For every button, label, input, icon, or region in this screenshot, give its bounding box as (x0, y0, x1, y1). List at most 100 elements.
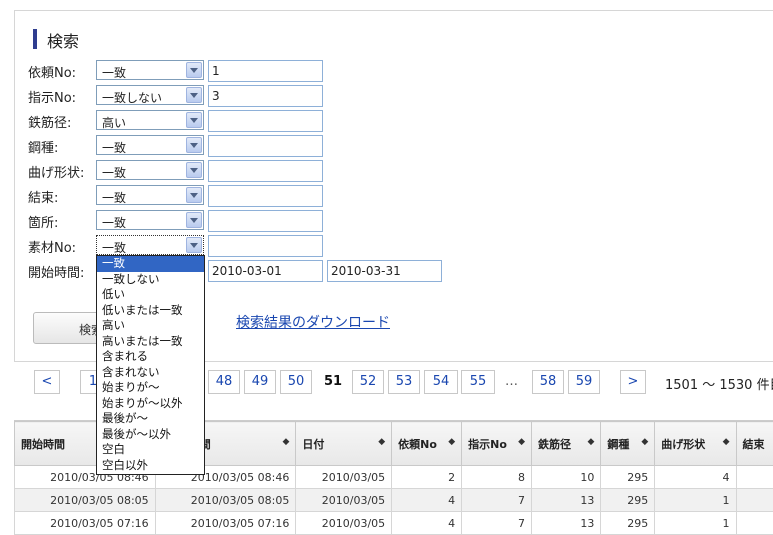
chevron-down-icon[interactable] (186, 62, 202, 78)
operator-select[interactable]: 一致 (96, 60, 204, 80)
value-input[interactable] (208, 235, 323, 257)
operator-select[interactable]: 一致 (96, 185, 204, 205)
sort-icon[interactable]: ◆ (282, 437, 289, 447)
table-cell: 8 (462, 466, 532, 489)
column-header-label: 開始時間 (21, 438, 65, 451)
date-to-input[interactable]: 2010-03-31 (327, 260, 442, 282)
column-header-label: 鋼種 (607, 438, 629, 451)
table-cell: 295 (601, 466, 655, 489)
chevron-down-icon[interactable] (186, 187, 202, 203)
field-label: 指示No: (28, 87, 76, 106)
operator-value: 一致 (102, 241, 126, 255)
table-cell (736, 512, 773, 535)
dropdown-option[interactable]: 一致しない (97, 272, 204, 288)
column-header[interactable]: 指示No ◆ (462, 422, 532, 466)
field-label: 鋼種: (28, 137, 58, 156)
operator-select[interactable]: 一致 (96, 235, 204, 255)
operator-value: 一致 (102, 191, 126, 205)
dropdown-option[interactable]: 空白以外 (97, 458, 204, 474)
table-cell: 1 (655, 489, 736, 512)
table-cell: 10 (532, 466, 601, 489)
chevron-down-icon[interactable] (186, 212, 202, 228)
dropdown-option[interactable]: 空白 (97, 442, 204, 458)
chevron-down-icon[interactable] (186, 162, 202, 178)
page-link[interactable]: 53 (388, 370, 420, 394)
value-input[interactable] (208, 135, 323, 157)
table-cell (736, 489, 773, 512)
dropdown-option[interactable]: 一致 (97, 256, 204, 272)
sort-icon[interactable]: ◆ (723, 437, 730, 447)
table-cell: 7 (462, 512, 532, 535)
sort-icon[interactable]: ◆ (518, 437, 525, 447)
column-header[interactable]: 依頼No ◆ (392, 422, 462, 466)
table-cell (736, 466, 773, 489)
prev-page-button[interactable]: < (34, 370, 60, 394)
value-input[interactable] (208, 210, 323, 232)
operator-select[interactable]: 一致しない (96, 85, 204, 105)
column-header-label: 結束 (743, 438, 765, 451)
table-cell: 2010/03/05 08:05 (15, 489, 156, 512)
dropdown-option[interactable]: 高い (97, 318, 204, 334)
dropdown-option[interactable]: 含まれない (97, 365, 204, 381)
operator-select[interactable]: 高い (96, 110, 204, 130)
table-cell: 2010/03/05 (296, 512, 392, 535)
sort-icon[interactable]: ◆ (448, 437, 455, 447)
sort-icon[interactable]: ◆ (587, 437, 594, 447)
operator-value: 一致しない (102, 91, 162, 105)
operator-dropdown-list[interactable]: 一致一致しない低い低いまたは一致高い高いまたは一致含まれる含まれない始まりが～始… (96, 255, 205, 475)
operator-select[interactable]: 一致 (96, 160, 204, 180)
chevron-down-icon[interactable] (186, 237, 202, 253)
column-header-label: 依頼No (398, 438, 437, 451)
dropdown-option[interactable]: 始まりが～ (97, 380, 204, 396)
page-link[interactable]: 55 (461, 370, 495, 394)
dropdown-option[interactable]: 低いまたは一致 (97, 303, 204, 319)
page-link[interactable]: 52 (352, 370, 384, 394)
table-cell: 4 (655, 466, 736, 489)
table-cell: 295 (601, 489, 655, 512)
value-input[interactable]: 1 (208, 60, 323, 82)
current-page: 51 (324, 370, 342, 394)
column-header[interactable]: 鋼種 ◆ (601, 422, 655, 466)
page-link[interactable]: 50 (280, 370, 312, 394)
table-cell: 4 (392, 489, 462, 512)
sort-icon[interactable]: ◆ (641, 437, 648, 447)
dropdown-option[interactable]: 含まれる (97, 349, 204, 365)
sort-icon[interactable]: ◆ (378, 437, 385, 447)
column-header-label: 日付 (302, 438, 324, 451)
field-label: 結束: (28, 187, 58, 206)
dropdown-option[interactable]: 高いまたは一致 (97, 334, 204, 350)
dropdown-option[interactable]: 低い (97, 287, 204, 303)
field-label: 鉄筋径: (28, 112, 71, 131)
dropdown-option[interactable]: 始まりが～以外 (97, 396, 204, 412)
table-row[interactable]: 2010/03/05 08:052010/03/05 08:052010/03/… (15, 489, 773, 512)
operator-select[interactable]: 一致 (96, 210, 204, 230)
operator-select[interactable]: 一致 (96, 135, 204, 155)
page-link[interactable]: 54 (424, 370, 458, 394)
date-from-input[interactable]: 2010-03-01 (208, 260, 323, 282)
page-link[interactable]: 58 (532, 370, 564, 394)
value-input[interactable] (208, 160, 323, 182)
download-results-link[interactable]: 検索結果のダウンロード (236, 312, 390, 332)
column-header-label: 指示No (468, 438, 507, 451)
dropdown-option[interactable]: 最後が～以外 (97, 427, 204, 443)
dropdown-option[interactable]: 最後が～ (97, 411, 204, 427)
table-row[interactable]: 2010/03/05 07:162010/03/05 07:162010/03/… (15, 512, 773, 535)
page-link[interactable]: 49 (244, 370, 276, 394)
table-cell: 2010/03/05 (296, 489, 392, 512)
value-input[interactable]: 3 (208, 85, 323, 107)
chevron-down-icon[interactable] (186, 112, 202, 128)
column-header[interactable]: 曲げ形状◆ (655, 422, 736, 466)
column-header[interactable]: 鉄筋径◆ (532, 422, 601, 466)
table-cell: 13 (532, 512, 601, 535)
value-input[interactable] (208, 185, 323, 207)
value-input[interactable] (208, 110, 323, 132)
chevron-down-icon[interactable] (186, 87, 202, 103)
next-page-button[interactable]: > (620, 370, 646, 394)
page-link[interactable]: 48 (208, 370, 240, 394)
chevron-down-icon[interactable] (186, 137, 202, 153)
operator-value: 一致 (102, 216, 126, 230)
column-header[interactable]: 日付 ◆ (296, 422, 392, 466)
page-link[interactable]: 59 (568, 370, 600, 394)
page-ellipsis: … (505, 370, 518, 394)
column-header[interactable]: 結束 (736, 422, 773, 466)
